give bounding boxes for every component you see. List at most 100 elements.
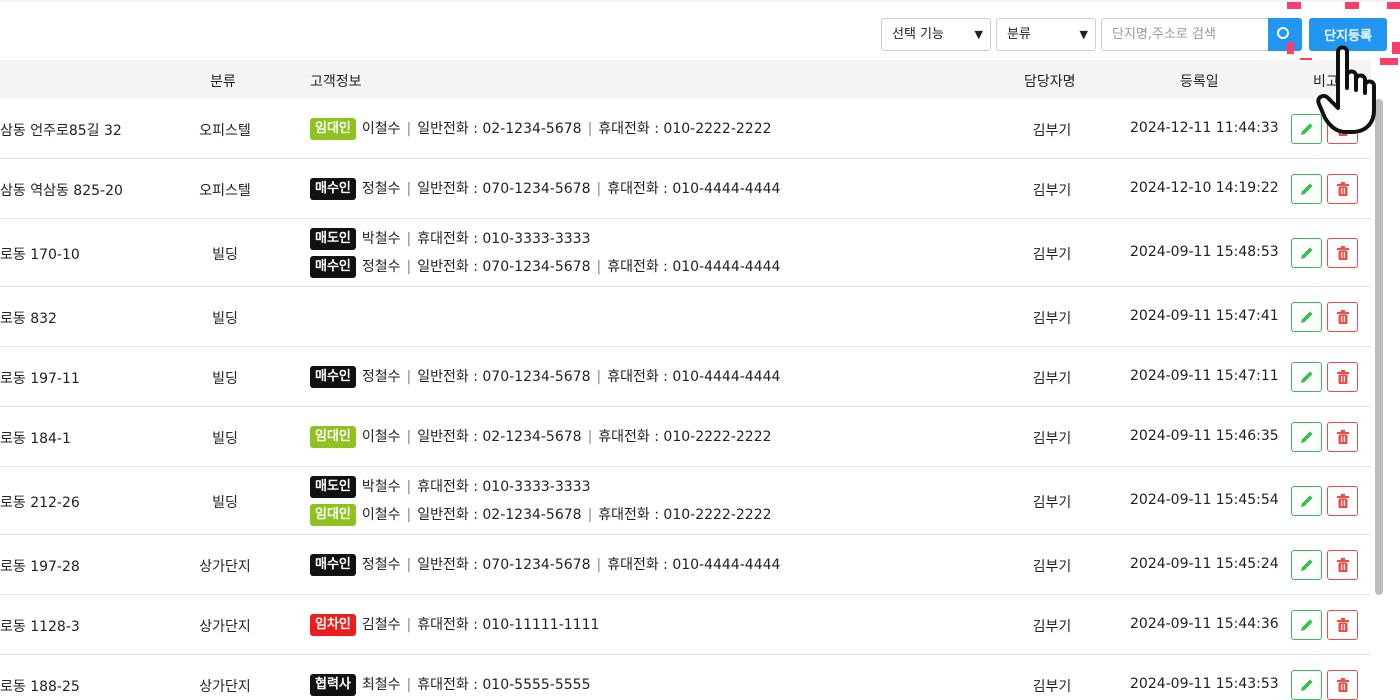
pencil-icon — [1301, 559, 1313, 571]
date-cell: 2024-09-11 15:47:41 — [1130, 308, 1279, 324]
phone-number: 일반전화 : 070-1234-5678 — [417, 369, 591, 385]
phone-number: 휴대전화 : 010-4444-4444 — [607, 259, 781, 275]
header-customer: 고객정보 — [310, 74, 362, 90]
customer-cell: 임차인 김철수 | 휴대전화 : 010-11111-1111 — [310, 614, 599, 636]
edit-button[interactable] — [1291, 302, 1322, 332]
table-row[interactable]: 삼동 언주로85길 32 오피스텔 임대인 이철수 | 일반전화 : 02-1234-56… — [0, 99, 1371, 159]
trash-icon — [1337, 618, 1349, 632]
pencil-icon — [1301, 183, 1313, 195]
phone-number: 휴대전화 : 010-3333-3333 — [417, 231, 591, 247]
customer-line: 매수인 정철수 | 일반전화 : 070-1234-5678 | 휴대전화 : 010-4… — [310, 178, 780, 200]
category-cell: 빌딩 — [212, 371, 238, 387]
customer-name: 이철수 — [361, 507, 401, 523]
delete-button[interactable] — [1327, 550, 1358, 580]
customer-line: 협력사 최철수 | 휴대전화 : 010-5555-5555 — [310, 674, 590, 696]
toolbar: 선택 기능 ▼ 분류 ▼ 단지등록 — [0, 0, 1400, 65]
edit-button[interactable] — [1291, 238, 1322, 268]
table-row[interactable]: 로동 170-10 빌딩 매도인 박철수 | 휴대전화 : 010-3333-3333 매수… — [0, 219, 1371, 287]
edit-button[interactable] — [1291, 362, 1322, 392]
delete-button[interactable] — [1327, 238, 1358, 268]
manager-cell: 김부기 — [1032, 183, 1072, 199]
table-row[interactable]: 로동 184-1 빌딩 임대인 이철수 | 일반전화 : 02-1234-5678 | 휴대전… — [0, 407, 1371, 467]
delete-button[interactable] — [1327, 174, 1358, 204]
phone-number: 휴대전화 : 010-2222-2222 — [598, 429, 772, 445]
edit-button[interactable] — [1291, 486, 1322, 516]
pencil-icon — [1301, 619, 1313, 631]
divider: | — [406, 507, 412, 523]
header-category: 분류 — [210, 74, 236, 90]
table-row[interactable]: 로동 188-25 상가단지 협력사 최철수 | 휴대전화 : 010-5555-5555… — [0, 655, 1371, 700]
customer-line: 임대인 이철수 | 일반전화 : 02-1234-5678 | 휴대전화 : 010-22… — [310, 118, 772, 140]
table-row[interactable]: 로동 197-28 상가단지 매수인 정철수 | 일반전화 : 070-1234-5678… — [0, 535, 1371, 595]
manager-cell: 김부기 — [1032, 371, 1072, 387]
date-cell: 2024-09-11 15:43:53 — [1130, 676, 1279, 692]
delete-button[interactable] — [1327, 302, 1358, 332]
search-input[interactable] — [1101, 18, 1268, 51]
divider: | — [406, 617, 412, 633]
phone-number: 휴대전화 : 010-2222-2222 — [598, 121, 772, 137]
pencil-icon — [1301, 371, 1313, 383]
trash-icon — [1337, 370, 1349, 384]
pencil-icon — [1301, 247, 1313, 259]
table-row[interactable]: 로동 212-26 빌딩 매도인 박철수 | 휴대전화 : 010-3333-3333 임대… — [0, 467, 1371, 535]
phone-number: 휴대전화 : 010-5555-5555 — [417, 677, 591, 693]
pencil-icon — [1301, 679, 1313, 691]
customer-cell: 매수인 정철수 | 일반전화 : 070-1234-5678 | 휴대전화 : 010-4… — [310, 366, 780, 388]
search-icon — [1277, 27, 1289, 39]
manager-cell: 김부기 — [1032, 123, 1072, 139]
scrollbar[interactable] — [1375, 99, 1383, 595]
search-button[interactable] — [1268, 18, 1302, 51]
divider: | — [596, 259, 602, 275]
pencil-icon — [1301, 311, 1313, 323]
role-badge: 임대인 — [310, 504, 356, 526]
delete-button[interactable] — [1327, 670, 1358, 700]
date-cell: 2024-12-10 14:19:22 — [1130, 180, 1279, 196]
category-select[interactable]: 분류 ▼ — [996, 18, 1096, 51]
delete-button[interactable] — [1327, 422, 1358, 452]
edit-button[interactable] — [1291, 174, 1322, 204]
date-cell: 2024-09-11 15:45:54 — [1130, 492, 1279, 508]
address-cell: 로동 832 — [0, 311, 57, 327]
date-cell: 2024-09-11 15:48:53 — [1130, 244, 1279, 260]
role-badge: 매수인 — [310, 256, 356, 278]
manager-cell: 김부기 — [1032, 619, 1072, 635]
divider: | — [587, 121, 593, 137]
pencil-icon — [1301, 431, 1313, 443]
table-row[interactable]: 로동 197-11 빌딩 매수인 정철수 | 일반전화 : 070-1234-5678 | 휴… — [0, 347, 1371, 407]
category-select-value: 분류 — [1007, 27, 1031, 42]
function-select-value: 선택 기능 — [892, 27, 944, 42]
edit-button[interactable] — [1291, 610, 1322, 640]
customer-cell: 매수인 정철수 | 일반전화 : 070-1234-5678 | 휴대전화 : 010-4… — [310, 554, 780, 576]
role-badge: 매도인 — [310, 476, 356, 498]
address-cell: 삼동 언주로85길 32 — [0, 123, 122, 139]
edit-button[interactable] — [1291, 550, 1322, 580]
delete-button[interactable] — [1327, 362, 1358, 392]
delete-button[interactable] — [1327, 486, 1358, 516]
customer-cell: 매도인 박철수 | 휴대전화 : 010-3333-3333 매수인 정철수 | 일반전화 :… — [310, 228, 780, 278]
customer-name: 정철수 — [361, 369, 401, 385]
header-manager: 담당자명 — [1024, 74, 1076, 90]
address-cell: 로동 197-28 — [0, 559, 80, 575]
address-cell: 삼동 역삼동 825-20 — [0, 183, 123, 199]
divider: | — [406, 479, 412, 495]
date-cell: 2024-09-11 15:46:35 — [1130, 428, 1279, 444]
edit-button[interactable] — [1291, 670, 1322, 700]
divider: | — [596, 369, 602, 385]
customer-name: 박철수 — [361, 231, 401, 247]
customer-line: 매수인 정철수 | 일반전화 : 070-1234-5678 | 휴대전화 : 010-4… — [310, 366, 780, 388]
category-cell: 빌딩 — [212, 495, 238, 511]
edit-button[interactable] — [1291, 422, 1322, 452]
category-cell: 상가단지 — [199, 559, 251, 575]
table-row[interactable]: 로동 1128-3 상가단지 임차인 김철수 | 휴대전화 : 010-11111-111… — [0, 595, 1371, 655]
delete-button[interactable] — [1327, 610, 1358, 640]
table-row[interactable]: 삼동 역삼동 825-20 오피스텔 매수인 정철수 | 일반전화 : 070-1234-… — [0, 159, 1371, 219]
customer-cell: 임대인 이철수 | 일반전화 : 02-1234-5678 | 휴대전화 : 010-22… — [310, 426, 772, 448]
manager-cell: 김부기 — [1032, 679, 1072, 695]
phone-number: 휴대전화 : 010-4444-4444 — [607, 181, 781, 197]
function-select[interactable]: 선택 기능 ▼ — [881, 18, 991, 51]
table-row[interactable]: 로동 832 빌딩 김부기 2024-09-11 15:47:41 — [0, 287, 1371, 347]
customer-name: 박철수 — [361, 479, 401, 495]
phone-number: 일반전화 : 070-1234-5678 — [417, 557, 591, 573]
trash-icon — [1337, 246, 1349, 260]
address-cell: 로동 1128-3 — [0, 619, 80, 635]
